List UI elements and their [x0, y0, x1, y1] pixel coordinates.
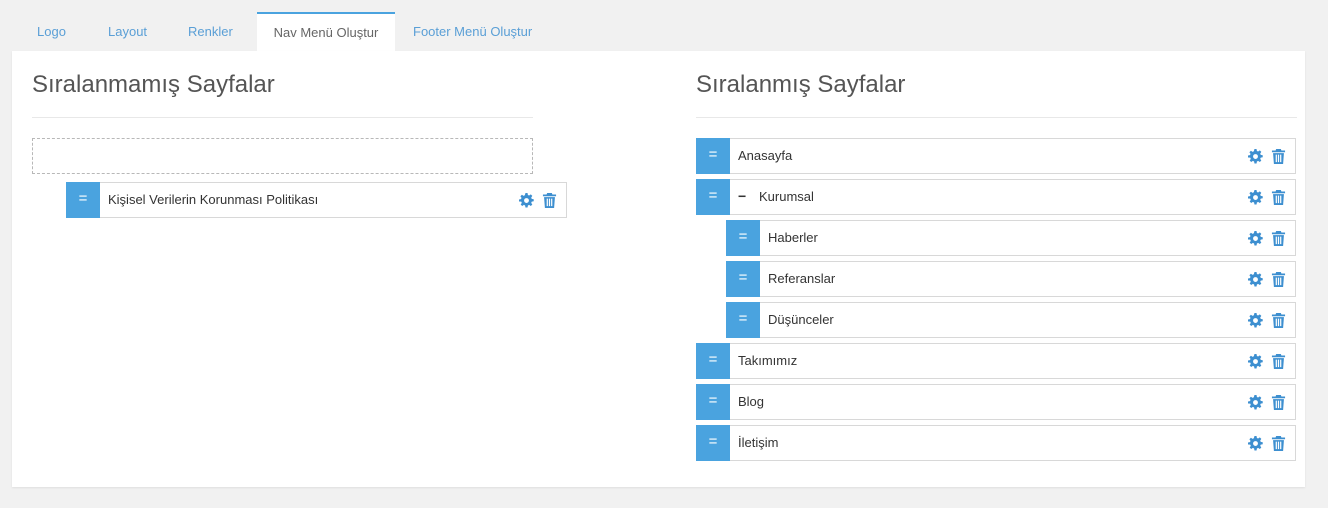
menu-item-haberler[interactable]: = Haberler	[726, 220, 1296, 256]
drag-handle[interactable]: =	[696, 179, 730, 215]
collapse-toggle[interactable]: −	[738, 180, 746, 214]
trash-icon[interactable]	[1271, 271, 1286, 287]
tab-logo[interactable]: Logo	[12, 12, 92, 51]
drag-handle[interactable]: =	[726, 302, 760, 338]
tab-footer-menu-olustur[interactable]: Footer Menü Oluştur	[395, 12, 548, 51]
unsorted-item[interactable]: = Kişisel Verilerin Korunması Politikası	[66, 182, 567, 218]
sorted-pages-title: Sıralanmış Sayfalar	[696, 71, 906, 98]
divider	[696, 117, 1297, 118]
trash-icon[interactable]	[1271, 353, 1286, 369]
drag-handle[interactable]: =	[726, 220, 760, 256]
menu-item-anasayfa[interactable]: = Anasayfa	[696, 138, 1296, 174]
trash-icon[interactable]	[1271, 435, 1286, 451]
gear-icon[interactable]	[519, 192, 534, 208]
gear-icon[interactable]	[1248, 148, 1263, 164]
menu-item-label: Takımımız	[738, 353, 798, 368]
drag-handle[interactable]: =	[726, 261, 760, 297]
gear-icon[interactable]	[1248, 312, 1263, 328]
drag-handle[interactable]: =	[696, 343, 730, 379]
drag-handle[interactable]: =	[696, 138, 730, 174]
unsorted-item-label: Kişisel Verilerin Korunması Politikası	[108, 192, 319, 207]
menu-item-label: Anasayfa	[738, 148, 793, 163]
drop-placeholder[interactable]	[32, 138, 533, 174]
gear-icon[interactable]	[1248, 394, 1263, 410]
drag-handle[interactable]: =	[66, 182, 100, 218]
menu-item-takimimiz[interactable]: = Takımımız	[696, 343, 1296, 379]
gear-icon[interactable]	[1248, 230, 1263, 246]
tab-nav-menu-olustur[interactable]: Nav Menü Oluştur	[257, 12, 395, 51]
gear-icon[interactable]	[1248, 189, 1263, 205]
gear-icon[interactable]	[1248, 353, 1263, 369]
trash-icon[interactable]	[1271, 230, 1286, 246]
menu-item-dusunceler[interactable]: = Düşünceler	[726, 302, 1296, 338]
gear-icon[interactable]	[1248, 435, 1263, 451]
menu-item-label: Haberler	[768, 230, 818, 245]
menu-item-label: Kurumsal	[759, 189, 814, 204]
gear-icon[interactable]	[1248, 271, 1263, 287]
unsorted-pages-title: Sıralanmamış Sayfalar	[32, 71, 275, 98]
tab-layout[interactable]: Layout	[92, 12, 172, 51]
menu-builder-panel: Sıralanmamış Sayfalar = Kişisel Verileri…	[12, 51, 1305, 487]
drag-handle[interactable]: =	[696, 425, 730, 461]
menu-item-label: Düşünceler	[768, 312, 834, 327]
menu-item-label: Referanslar	[768, 271, 836, 286]
menu-item-iletisim[interactable]: = İletişim	[696, 425, 1296, 461]
drag-handle[interactable]: =	[696, 384, 730, 420]
menu-item-referanslar[interactable]: = Referanslar	[726, 261, 1296, 297]
menu-item-blog[interactable]: = Blog	[696, 384, 1296, 420]
menu-item-label: Blog	[738, 394, 765, 409]
trash-icon[interactable]	[1271, 312, 1286, 328]
tab-bar: Logo Layout Renkler Nav Menü Oluştur Foo…	[12, 12, 548, 51]
trash-icon[interactable]	[1271, 148, 1286, 164]
tab-renkler[interactable]: Renkler	[172, 12, 257, 51]
trash-icon[interactable]	[542, 192, 557, 208]
divider	[32, 117, 533, 118]
trash-icon[interactable]	[1271, 189, 1286, 205]
menu-item-kurumsal[interactable]: = − Kurumsal	[696, 179, 1296, 215]
menu-item-label: İletişim	[738, 435, 779, 450]
trash-icon[interactable]	[1271, 394, 1286, 410]
